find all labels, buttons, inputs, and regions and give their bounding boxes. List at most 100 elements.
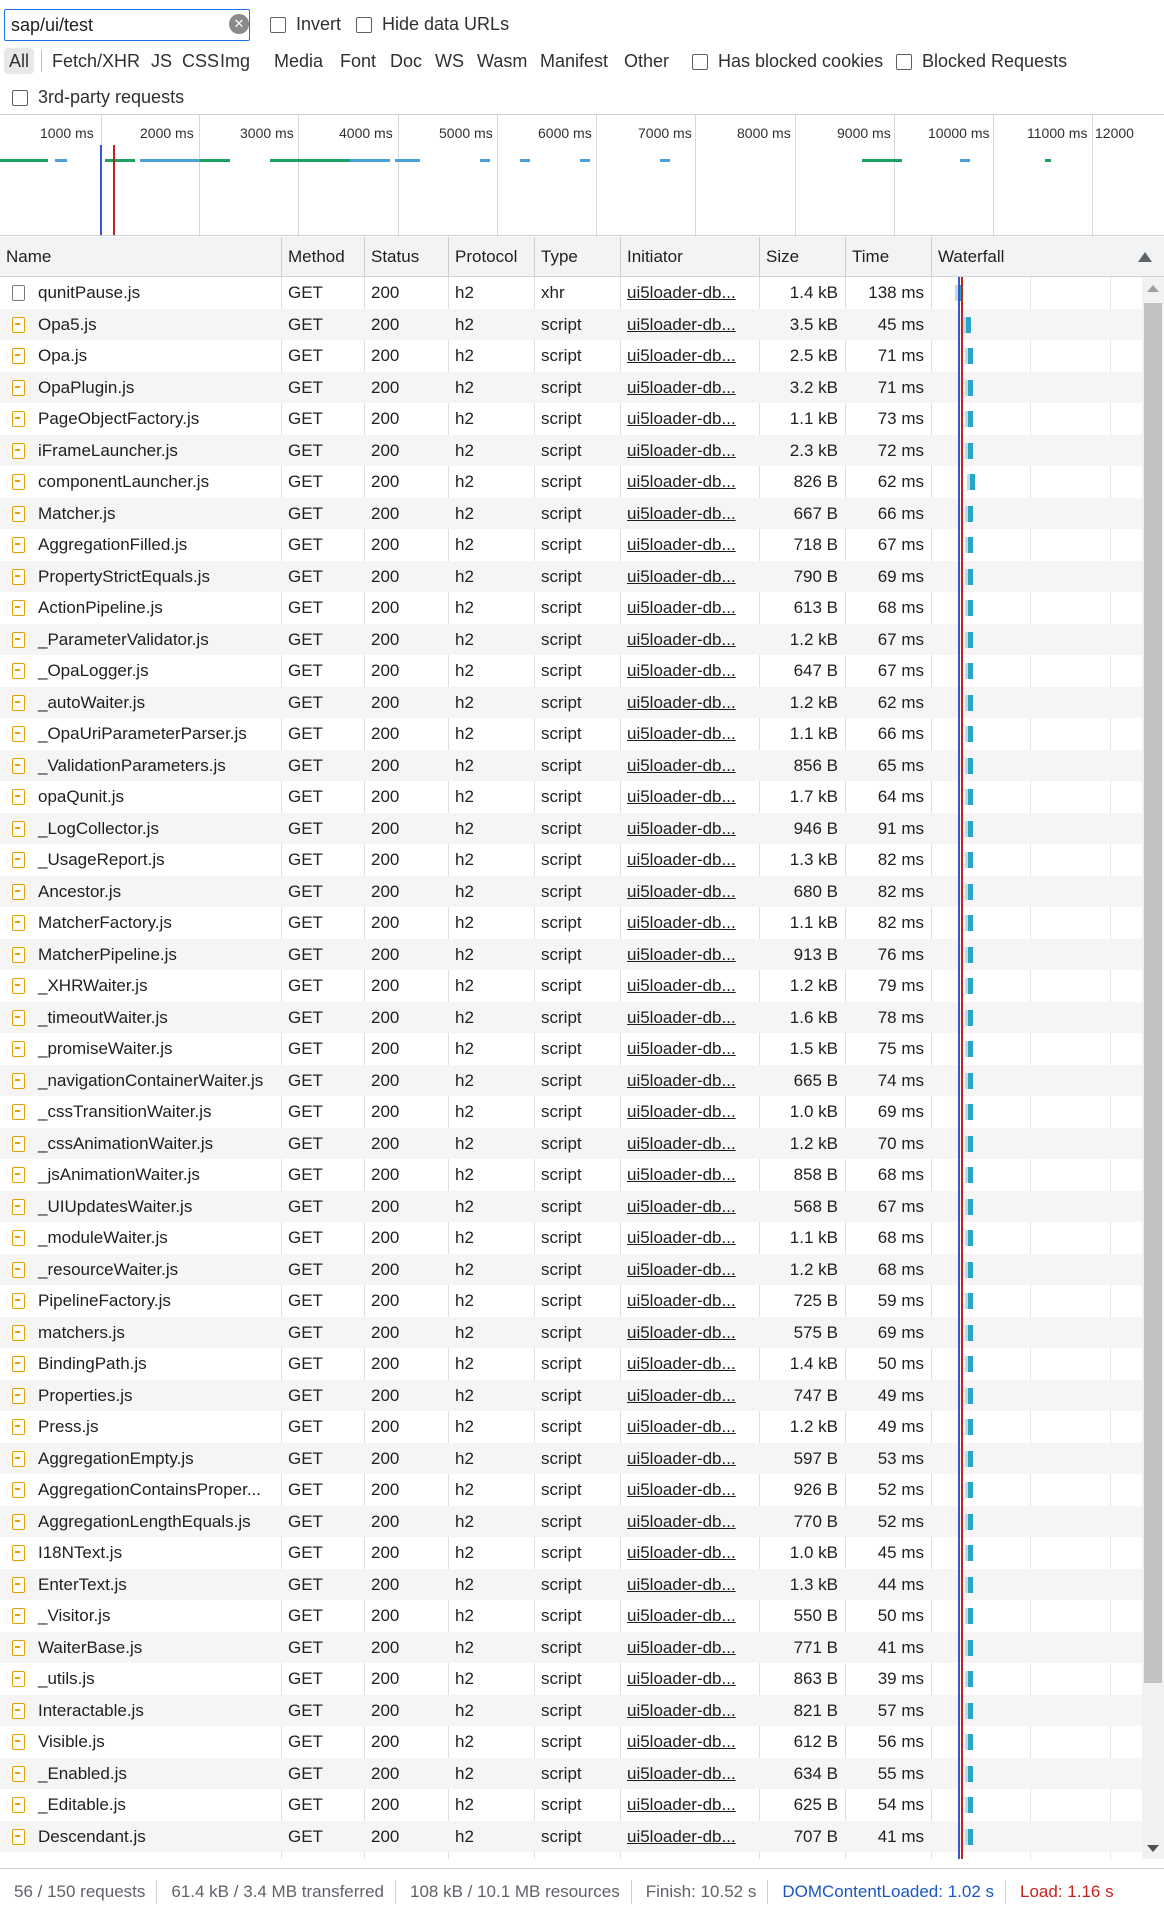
column-header-protocol[interactable]: Protocol xyxy=(449,237,535,277)
request-row[interactable]: PropertyStrictEquals.js GET 200 h2 script ui5… xyxy=(0,560,1142,593)
cell-initiator[interactable]: ui5loader-db... xyxy=(621,624,760,656)
cell-name[interactable]: _cssTransitionWaiter.js xyxy=(32,1096,280,1128)
cell-name[interactable]: Properties.js xyxy=(32,1380,280,1412)
request-row[interactable]: _promiseWaiter.js GET 200 h2 script ui5loader… xyxy=(0,1033,1142,1065)
cell-initiator[interactable]: ui5loader-db... xyxy=(621,1600,760,1632)
cell-name[interactable]: _Editable.js xyxy=(32,1789,280,1821)
network-overview[interactable]: 1000 ms 2000 ms 3000 ms 4000 ms 5000 ms 6000 … xyxy=(0,114,1164,237)
column-header-status[interactable]: Status xyxy=(365,237,449,277)
cell-name[interactable]: Interactable.js xyxy=(32,1695,280,1727)
cell-name[interactable]: _OpaUriParameterParser.js xyxy=(32,718,280,750)
column-header-waterfall[interactable]: Waterfall xyxy=(932,237,1142,277)
request-row[interactable]: _Visitor.js GET 200 h2 script ui5loader-db...… xyxy=(0,1600,1142,1632)
cell-initiator[interactable]: ui5loader-db... xyxy=(621,655,760,687)
cell-initiator[interactable]: ui5loader-db... xyxy=(621,1317,760,1349)
cell-name[interactable]: _cssAnimationWaiter.js xyxy=(32,1128,280,1160)
cell-initiator[interactable]: ui5loader-db... xyxy=(621,1159,760,1191)
type-filter-all[interactable]: All xyxy=(4,48,35,74)
column-header-time[interactable]: Time xyxy=(846,237,932,277)
cell-initiator[interactable]: ui5loader-db... xyxy=(621,1474,760,1506)
cell-initiator[interactable]: ui5loader-db... xyxy=(621,844,760,876)
cell-initiator[interactable]: ui5loader-db... xyxy=(621,1443,760,1475)
cell-initiator[interactable]: ui5loader-db... xyxy=(621,750,760,782)
cell-initiator[interactable]: ui5loader-db... xyxy=(621,939,760,971)
cell-name[interactable]: I18NText.js xyxy=(32,1537,280,1569)
cell-initiator[interactable]: ui5loader-db... xyxy=(621,1065,760,1097)
request-row[interactable]: _Enabled.js GET 200 h2 script ui5loader-db...… xyxy=(0,1757,1142,1790)
request-row[interactable]: MatcherPipeline.js GET 200 h2 script ui5loade… xyxy=(0,938,1142,971)
checkbox-icon[interactable] xyxy=(692,53,708,70)
cell-initiator[interactable]: ui5loader-db... xyxy=(621,1348,760,1380)
request-row[interactable]: _cssTransitionWaiter.js GET 200 h2 script ui5… xyxy=(0,1096,1142,1128)
cell-name[interactable]: _navigationContainerWaiter.js xyxy=(32,1065,280,1097)
cell-initiator[interactable]: ui5loader-db... xyxy=(621,1411,760,1443)
cell-name[interactable]: PropertyStrictEquals.js xyxy=(32,561,280,593)
cell-name[interactable]: _jsAnimationWaiter.js xyxy=(32,1159,280,1191)
request-row[interactable]: Properties.js GET 200 h2 script ui5loader-db.… xyxy=(0,1379,1142,1412)
cell-name[interactable]: _timeoutWaiter.js xyxy=(32,1002,280,1034)
scroll-up-icon[interactable] xyxy=(1147,285,1159,292)
cell-initiator[interactable]: ui5loader-db... xyxy=(621,1758,760,1790)
scroll-down-icon[interactable] xyxy=(1147,1845,1159,1852)
checkbox-icon[interactable] xyxy=(896,53,912,70)
request-row[interactable]: Matcher.js GET 200 h2 script ui5loader-db... 6… xyxy=(0,497,1142,530)
request-row[interactable]: _LogCollector.js GET 200 h2 script ui5loader-… xyxy=(0,812,1142,845)
cell-initiator[interactable]: ui5loader-db... xyxy=(621,687,760,719)
request-row[interactable]: OpaPlugin.js GET 200 h2 script ui5loader-db..… xyxy=(0,371,1142,404)
cell-name[interactable]: Visible.js xyxy=(32,1726,280,1758)
request-row[interactable]: componentLauncher.js GET 200 h2 script ui5loa… xyxy=(0,466,1142,498)
request-row[interactable]: _autoWaiter.js GET 200 h2 script ui5loader-db… xyxy=(0,686,1142,719)
request-row[interactable]: AggregationContainsProper... GET 200 h2 scri… xyxy=(0,1474,1142,1506)
cell-name[interactable]: EnterText.js xyxy=(32,1569,280,1601)
cell-name[interactable]: _UsageReport.js xyxy=(32,844,280,876)
request-row[interactable]: _cssAnimationWaiter.js GET 200 h2 script ui5l… xyxy=(0,1127,1142,1160)
cell-initiator[interactable]: ui5loader-db... xyxy=(621,592,760,624)
cell-name[interactable]: Ancestor.js xyxy=(32,876,280,908)
cell-name[interactable]: WaiterBase.js xyxy=(32,1632,280,1664)
cell-name[interactable]: _Enabled.js xyxy=(32,1758,280,1790)
cell-initiator[interactable]: ui5loader-db... xyxy=(621,561,760,593)
cell-initiator[interactable]: ui5loader-db... xyxy=(621,813,760,845)
cell-name[interactable]: _utils.js xyxy=(32,1663,280,1695)
cell-initiator[interactable]: ui5loader-db... xyxy=(621,1663,760,1695)
cell-initiator[interactable]: ui5loader-db... xyxy=(621,970,760,1002)
cell-name[interactable]: Descendant.js xyxy=(32,1821,280,1853)
cell-initiator[interactable]: ui5loader-db... xyxy=(621,498,760,530)
cell-name[interactable]: _UIUpdatesWaiter.js xyxy=(32,1191,280,1223)
scroll-thumb[interactable] xyxy=(1144,303,1162,1683)
request-row[interactable]: _ValidationParameters.js GET 200 h2 script ui… xyxy=(0,749,1142,782)
cell-initiator[interactable]: ui5loader-db... xyxy=(621,1285,760,1317)
request-row[interactable]: _UIUpdatesWaiter.js GET 200 h2 script ui5load… xyxy=(0,1190,1142,1223)
request-row[interactable]: _UsageReport.js GET 200 h2 script ui5loader-d… xyxy=(0,844,1142,876)
request-row[interactable]: Opa.js GET 200 h2 script ui5loader-db... 2.5 k… xyxy=(0,340,1142,372)
type-filter-media[interactable]: Media xyxy=(272,48,325,74)
checkbox-icon[interactable] xyxy=(356,16,372,33)
cell-name[interactable]: Matcher.js xyxy=(32,498,280,530)
request-row[interactable]: BindingPath.js GET 200 h2 script ui5loader-db… xyxy=(0,1348,1142,1380)
hide-data-urls-checkbox[interactable]: Hide data URLs xyxy=(356,14,509,35)
cell-initiator[interactable]: ui5loader-db... xyxy=(621,781,760,813)
request-row[interactable]: PageObjectFactory.js GET 200 h2 script ui5loa… xyxy=(0,403,1142,435)
cell-name[interactable]: AggregationEmpty.js xyxy=(32,1443,280,1475)
cell-initiator[interactable]: ui5loader-db... xyxy=(621,876,760,908)
request-row[interactable]: opaQunit.js GET 200 h2 script ui5loader-db...… xyxy=(0,781,1142,813)
request-row[interactable]: _Editable.js GET 200 h2 script ui5loader-db..… xyxy=(0,1789,1142,1821)
cell-name[interactable]: Opa.js xyxy=(32,340,280,372)
request-row[interactable]: _utils.js GET 200 h2 script ui5loader-db... 86… xyxy=(0,1663,1142,1695)
request-row[interactable]: WaiterBase.js GET 200 h2 script ui5loader-db.… xyxy=(0,1631,1142,1664)
column-header-method[interactable]: Method xyxy=(282,237,365,277)
cell-name[interactable]: _ValidationParameters.js xyxy=(32,750,280,782)
cell-name[interactable]: BindingPath.js xyxy=(32,1348,280,1380)
request-row[interactable]: _OpaUriParameterParser.js GET 200 h2 script u… xyxy=(0,718,1142,750)
cell-name[interactable]: _resourceWaiter.js xyxy=(32,1254,280,1286)
request-row[interactable]: Opa5.js GET 200 h2 script ui5loader-db... 3.5 … xyxy=(0,308,1142,340)
cell-initiator[interactable]: ui5loader-db... xyxy=(621,1222,760,1254)
type-filter-css[interactable]: CSS xyxy=(180,48,221,74)
cell-initiator[interactable]: ui5loader-db... xyxy=(621,1128,760,1160)
request-row[interactable]: matchers.js GET 200 h2 script ui5loader-db...… xyxy=(0,1316,1142,1349)
cell-initiator[interactable]: ui5loader-db... xyxy=(621,1569,760,1601)
cell-name[interactable]: _XHRWaiter.js xyxy=(32,970,280,1002)
cell-name[interactable]: OpaPlugin.js xyxy=(32,372,280,404)
cell-initiator[interactable]: ui5loader-db... xyxy=(621,403,760,435)
request-row[interactable]: Descendant.js GET 200 h2 script ui5loader-db.… xyxy=(0,1820,1142,1853)
